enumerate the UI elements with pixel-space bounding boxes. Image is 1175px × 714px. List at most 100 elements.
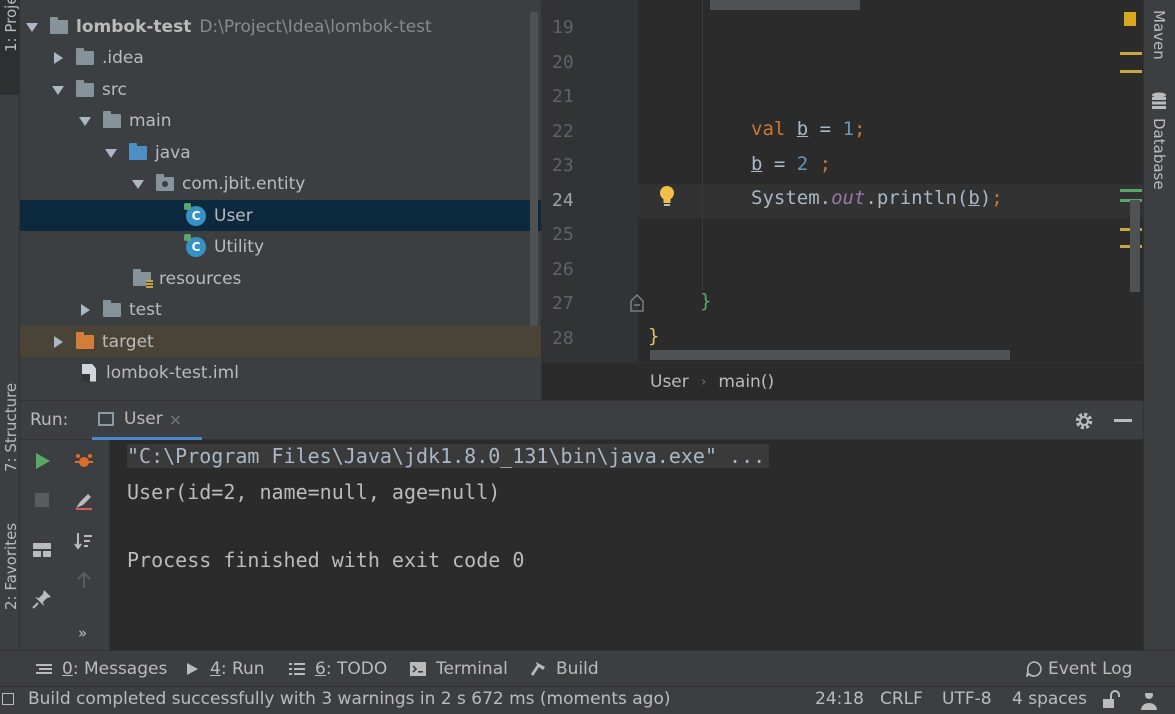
line-separator[interactable]: CRLF bbox=[880, 689, 923, 709]
layout-icon[interactable] bbox=[31, 539, 53, 561]
console-output[interactable]: "C:\Program Files\Java\jdk1.8.0_131\bin\… bbox=[110, 440, 1143, 650]
tab-project[interactable]: 1: Project bbox=[0, 0, 20, 95]
console-line: User(id=2, name=null, age=null) bbox=[127, 480, 501, 504]
close-icon[interactable]: × bbox=[169, 410, 182, 429]
code-object: System. bbox=[751, 187, 832, 209]
code-method: .println( bbox=[865, 187, 969, 209]
folder-icon bbox=[103, 299, 121, 317]
project-panel: lombok-test D:\Project\Idea\lombok-test … bbox=[20, 0, 541, 400]
caret-position[interactable]: 24:18 bbox=[815, 689, 864, 709]
code-brace: } bbox=[648, 325, 660, 347]
tree-item-label: lombok-test.iml bbox=[106, 362, 239, 383]
vertical-scrollbar[interactable] bbox=[1130, 200, 1140, 292]
inspector-icon[interactable] bbox=[1138, 689, 1160, 711]
tab-favorites-label: 2: Favorites bbox=[2, 522, 20, 610]
module-file-icon bbox=[82, 363, 96, 382]
tree-row-resources[interactable]: resources bbox=[20, 263, 541, 294]
indent-setting[interactable]: 4 spaces bbox=[1012, 689, 1087, 709]
package-icon bbox=[156, 173, 174, 191]
breadcrumb-class[interactable]: User bbox=[650, 372, 689, 392]
tab-todo[interactable]: 6: TODO bbox=[289, 651, 387, 686]
console-icon bbox=[98, 412, 114, 426]
tab-run[interactable]: 4: Run bbox=[184, 651, 265, 686]
more-actions-icon[interactable]: » bbox=[78, 624, 87, 642]
arrow-up-icon[interactable] bbox=[73, 569, 95, 591]
run-panel-header: Run: User × bbox=[20, 400, 1143, 440]
tab-run-label: : Run bbox=[220, 658, 265, 679]
tree-row-target[interactable]: target bbox=[20, 326, 541, 357]
breadcrumb-method[interactable]: main() bbox=[718, 372, 774, 392]
tree-row-iml[interactable]: lombok-test.iml bbox=[20, 357, 541, 388]
code-line-23[interactable]: b = 2 ; bbox=[751, 153, 831, 175]
code-line-22[interactable]: val b = 1; bbox=[751, 118, 865, 140]
tree-item-label: com.jbit.entity bbox=[182, 173, 306, 194]
chevron-down-icon[interactable] bbox=[52, 84, 64, 96]
tree-row-utility[interactable]: C Utility bbox=[20, 231, 541, 262]
tab-structure[interactable]: 7: Structure bbox=[0, 372, 20, 482]
event-log-icon bbox=[1026, 660, 1042, 677]
run-toolbar: » bbox=[20, 440, 110, 650]
fold-marker-icon[interactable] bbox=[630, 294, 644, 312]
tab-structure-label: 7: Structure bbox=[2, 382, 20, 472]
terminal-icon bbox=[410, 661, 426, 676]
line-number: 26 bbox=[552, 259, 574, 280]
sort-down-icon[interactable] bbox=[73, 530, 95, 552]
horizontal-scrollbar[interactable] bbox=[650, 350, 1010, 360]
file-encoding[interactable]: UTF-8 bbox=[942, 689, 992, 709]
tool-windows-icon[interactable] bbox=[2, 693, 14, 705]
tab-messages[interactable]: 0: Messages bbox=[36, 651, 167, 686]
chevron-right-icon[interactable] bbox=[52, 51, 64, 64]
chevron-down-icon[interactable] bbox=[132, 178, 144, 190]
minimize-icon[interactable] bbox=[1114, 419, 1132, 422]
rerun-icon[interactable] bbox=[31, 450, 53, 472]
code-variable: b bbox=[751, 153, 763, 175]
top-scroll-thumb[interactable] bbox=[710, 0, 860, 10]
gear-icon[interactable] bbox=[1074, 411, 1094, 431]
stop-icon[interactable] bbox=[31, 489, 53, 511]
tree-row-root[interactable]: lombok-test D:\Project\Idea\lombok-test bbox=[20, 11, 541, 42]
run-config-tab[interactable]: User × bbox=[92, 401, 202, 440]
code-variable: b bbox=[968, 187, 980, 209]
tree-item-label: Utility bbox=[214, 236, 265, 257]
tree-row-src[interactable]: src bbox=[20, 74, 541, 105]
clear-icon[interactable] bbox=[73, 489, 95, 511]
chevron-right-icon[interactable] bbox=[52, 335, 64, 348]
tab-favorites[interactable]: 2: Favorites bbox=[0, 518, 20, 638]
tree-row-user[interactable]: C User bbox=[20, 200, 541, 231]
tree-row-test[interactable]: test bbox=[20, 294, 541, 325]
tree-row-idea[interactable]: .idea bbox=[20, 42, 541, 73]
tab-database[interactable]: Database bbox=[1148, 92, 1172, 202]
run-panel-title: Run: bbox=[30, 410, 69, 430]
left-tool-strip: 1: Project 7: Structure 2: Favorites bbox=[0, 0, 20, 686]
todo-icon bbox=[289, 662, 305, 675]
debug-icon[interactable] bbox=[73, 450, 95, 472]
status-bar: Build completed successfully with 3 warn… bbox=[0, 686, 1175, 714]
chevron-down-icon[interactable] bbox=[26, 21, 38, 33]
chevron-down-icon[interactable] bbox=[105, 147, 117, 159]
tab-event-log[interactable]: Event Log bbox=[1026, 651, 1132, 686]
tree-item-label: java bbox=[155, 142, 191, 163]
code-operator: = bbox=[808, 118, 843, 140]
run-tab-label: User bbox=[124, 409, 163, 429]
code-line-28[interactable]: } bbox=[648, 325, 659, 347]
code-editor[interactable]: 19 20 21 22 23 24 25 26 27 28 val b = 1;… bbox=[541, 0, 1144, 400]
lightbulb-icon[interactable] bbox=[659, 186, 675, 208]
status-message[interactable]: Build completed successfully with 3 warn… bbox=[28, 689, 670, 709]
folder-icon bbox=[103, 110, 121, 128]
tab-maven[interactable]: Maven bbox=[1148, 10, 1172, 70]
tab-build[interactable]: Build bbox=[530, 651, 599, 686]
tab-terminal[interactable]: Terminal bbox=[410, 651, 508, 686]
chevron-down-icon[interactable] bbox=[79, 115, 91, 127]
hammer-icon bbox=[531, 661, 545, 676]
tree-row-main[interactable]: main bbox=[20, 105, 541, 136]
pin-icon[interactable] bbox=[31, 588, 53, 610]
code-semicolon: ; bbox=[808, 153, 832, 175]
code-line-24[interactable]: System.out.println(b); bbox=[751, 187, 1003, 209]
chevron-right-icon[interactable] bbox=[79, 303, 91, 316]
tree-row-java[interactable]: java bbox=[20, 137, 541, 168]
tree-row-package[interactable]: com.jbit.entity bbox=[20, 168, 541, 199]
code-line-27[interactable]: } bbox=[700, 290, 711, 312]
tree-item-label: test bbox=[129, 299, 162, 320]
unlock-icon[interactable] bbox=[1101, 690, 1121, 710]
project-scrollbar[interactable] bbox=[530, 12, 538, 326]
